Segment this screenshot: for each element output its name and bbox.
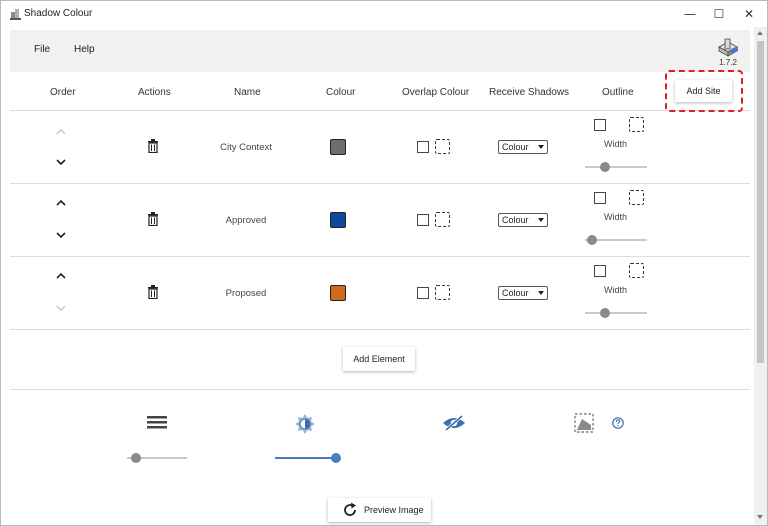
table-header: Order Actions Name Colour Overlap Colour… [10, 73, 750, 111]
outline-checkbox[interactable] [594, 192, 606, 204]
outline-checkbox[interactable] [594, 119, 606, 131]
menu-file[interactable]: File [34, 44, 50, 55]
move-up-icon[interactable] [54, 271, 68, 281]
refresh-icon [344, 502, 356, 516]
colour-swatch[interactable] [330, 212, 346, 228]
outline-colour-picker[interactable] [629, 190, 644, 205]
outline-colour-picker[interactable] [629, 117, 644, 132]
header-name: Name [234, 87, 261, 98]
ground-plane-icon[interactable] [574, 413, 594, 433]
move-up-icon[interactable] [54, 198, 68, 208]
table-row: Proposed Colour Width [10, 257, 750, 330]
section-divider [10, 389, 750, 390]
brightness-slider-track[interactable] [275, 457, 337, 459]
width-label: Width [604, 212, 628, 222]
width-slider-track[interactable] [585, 312, 647, 314]
visibility-off-icon[interactable] [442, 415, 466, 431]
overlap-colour-picker[interactable] [435, 285, 450, 300]
element-name: Approved [225, 215, 267, 226]
outline-checkbox[interactable] [594, 265, 606, 277]
menu-bar: File Help 1.7.2 [10, 30, 750, 72]
delete-icon[interactable] [147, 212, 159, 226]
add-site-button[interactable]: Add Site [675, 80, 732, 102]
help-icon[interactable] [612, 417, 624, 429]
opacity-slider-thumb[interactable] [131, 453, 141, 463]
header-outline: Outline [602, 87, 634, 98]
delete-icon[interactable] [147, 285, 159, 299]
table-row: City Context Colour Width [10, 111, 750, 184]
width-slider-track[interactable] [585, 166, 647, 168]
outline-colour-picker[interactable] [629, 263, 644, 278]
preview-image-button[interactable]: Preview Image [328, 498, 431, 522]
element-name: Proposed [225, 288, 267, 299]
layers-icon[interactable] [147, 415, 167, 431]
overlap-colour-checkbox[interactable] [417, 287, 429, 299]
brightness-slider-thumb[interactable] [331, 453, 341, 463]
overlap-colour-picker[interactable] [435, 212, 450, 227]
version-badge: 1.7.2 [715, 35, 741, 69]
receive-shadows-select[interactable]: Colour [498, 213, 548, 227]
scroll-thumb[interactable] [757, 41, 764, 363]
move-down-icon[interactable] [54, 303, 68, 313]
overlap-colour-checkbox[interactable] [417, 214, 429, 226]
overlap-colour-picker[interactable] [435, 139, 450, 154]
header-overlap-colour: Overlap Colour [402, 87, 470, 98]
close-button[interactable]: ✕ [734, 4, 764, 24]
width-slider-thumb[interactable] [587, 235, 597, 245]
app-window: Shadow Colour — ☐ ✕ File Help 1.7.2 Orde… [0, 0, 768, 526]
add-element-button[interactable]: Add Element [343, 347, 415, 371]
buildings-icon [718, 38, 738, 57]
overlap-colour-checkbox[interactable] [417, 141, 429, 153]
header-actions: Actions [138, 87, 171, 98]
version-label: 1.7.2 [719, 58, 737, 67]
window-title: Shadow Colour [24, 8, 93, 19]
move-down-icon[interactable] [54, 230, 68, 240]
app-logo-icon [10, 9, 21, 20]
brightness-icon[interactable] [295, 414, 315, 434]
delete-icon[interactable] [147, 139, 159, 153]
width-slider-thumb[interactable] [600, 308, 610, 318]
width-slider-thumb[interactable] [600, 162, 610, 172]
vertical-scrollbar[interactable] [754, 27, 767, 525]
title-bar: Shadow Colour — ☐ ✕ [1, 1, 767, 27]
colour-swatch[interactable] [330, 285, 346, 301]
move-down-icon[interactable] [54, 157, 68, 167]
table-row: Approved Colour Width [10, 184, 750, 257]
colour-swatch[interactable] [330, 139, 346, 155]
scroll-down-arrow[interactable] [757, 515, 763, 519]
minimize-button[interactable]: — [675, 4, 705, 24]
menu-help[interactable]: Help [74, 44, 95, 55]
header-colour: Colour [326, 87, 356, 98]
scroll-up-arrow[interactable] [757, 31, 763, 35]
receive-shadows-select[interactable]: Colour [498, 140, 548, 154]
header-order: Order [50, 87, 76, 98]
move-up-icon[interactable] [54, 127, 68, 137]
width-label: Width [604, 139, 628, 149]
width-label: Width [604, 285, 628, 295]
header-receive-shadows: Receive Shadows [489, 87, 570, 98]
maximize-button[interactable]: ☐ [704, 4, 734, 24]
element-name: City Context [220, 142, 272, 153]
receive-shadows-select[interactable]: Colour [498, 286, 548, 300]
preview-image-label: Preview Image [364, 505, 424, 515]
